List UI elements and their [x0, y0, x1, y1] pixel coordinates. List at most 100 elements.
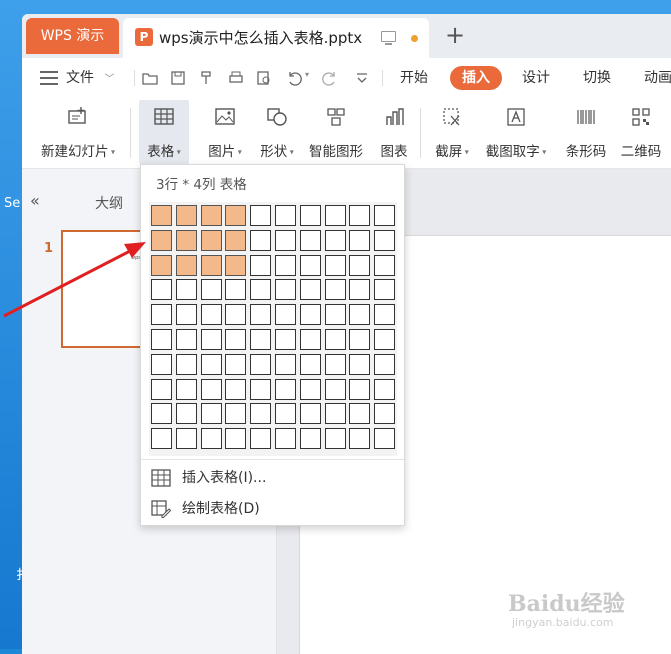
grid-cell[interactable]	[151, 403, 172, 425]
grid-cell[interactable]	[250, 329, 272, 350]
grid-cell[interactable]	[175, 403, 197, 425]
tab-animation[interactable]: 动画	[644, 58, 671, 98]
grid-cell[interactable]	[275, 205, 296, 226]
grid-cell[interactable]	[374, 329, 396, 350]
grid-cell[interactable]	[324, 304, 346, 326]
grid-cell[interactable]	[299, 403, 321, 425]
grid-cell[interactable]	[275, 329, 296, 350]
grid-cell[interactable]	[151, 205, 172, 226]
grid-cell[interactable]	[200, 205, 222, 226]
document-tab[interactable]: P wps演示中怎么插入表格.pptx	[123, 18, 429, 58]
open-folder-icon[interactable]	[142, 70, 158, 86]
grid-cell[interactable]	[225, 205, 247, 226]
grid-cell[interactable]	[324, 378, 346, 400]
screenshot-button[interactable]: 截屏 ▾	[426, 100, 478, 164]
table-grid-picker[interactable]	[149, 202, 397, 456]
grid-cell[interactable]	[299, 279, 321, 301]
grid-cell[interactable]	[349, 254, 371, 276]
print-preview-icon[interactable]	[256, 70, 272, 86]
grid-cell[interactable]	[225, 279, 247, 301]
grid-cell[interactable]	[374, 378, 396, 400]
grid-cell[interactable]	[200, 428, 222, 450]
grid-cell[interactable]	[299, 353, 321, 375]
grid-cell[interactable]	[175, 254, 197, 276]
grid-cell[interactable]	[151, 378, 172, 400]
grid-cell[interactable]	[175, 378, 197, 400]
save-icon[interactable]	[170, 70, 186, 86]
grid-cell[interactable]	[175, 279, 197, 301]
grid-cell[interactable]	[299, 229, 321, 251]
grid-cell[interactable]	[324, 329, 346, 350]
grid-cell[interactable]	[374, 254, 396, 276]
draw-table-menu-item[interactable]: 绘制表格(D)	[151, 495, 391, 523]
grid-cell[interactable]	[374, 229, 396, 251]
grid-cell[interactable]	[324, 205, 346, 226]
grid-cell[interactable]	[250, 353, 272, 375]
tab-insert[interactable]: 插入	[450, 66, 502, 90]
grid-cell[interactable]	[200, 353, 222, 375]
grid-cell[interactable]	[349, 304, 371, 326]
new-slide-button[interactable]: 新建幻灯片 ▾	[32, 100, 124, 164]
grid-cell[interactable]	[225, 428, 247, 450]
picture-button[interactable]: 图片 ▾	[200, 100, 250, 164]
print-icon[interactable]	[228, 70, 244, 86]
redo-icon[interactable]	[322, 70, 338, 86]
grid-cell[interactable]	[324, 353, 346, 375]
grid-cell[interactable]	[225, 378, 247, 400]
grid-cell[interactable]	[374, 205, 396, 226]
grid-cell[interactable]	[374, 353, 396, 375]
grid-cell[interactable]	[151, 428, 172, 450]
grid-cell[interactable]	[299, 304, 321, 326]
grid-cell[interactable]	[349, 205, 371, 226]
chart-button[interactable]: 图表	[372, 100, 416, 164]
grid-cell[interactable]	[151, 304, 172, 326]
grid-cell[interactable]	[225, 403, 247, 425]
grid-cell[interactable]	[151, 353, 172, 375]
grid-cell[interactable]	[324, 229, 346, 251]
grid-cell[interactable]	[299, 378, 321, 400]
grid-cell[interactable]	[250, 428, 272, 450]
grid-cell[interactable]	[299, 329, 321, 350]
grid-cell[interactable]	[175, 304, 197, 326]
grid-cell[interactable]	[374, 304, 396, 326]
grid-cell[interactable]	[349, 428, 371, 450]
grid-cell[interactable]	[324, 279, 346, 301]
undo-icon[interactable]	[286, 70, 302, 86]
grid-cell[interactable]	[225, 353, 247, 375]
grid-cell[interactable]	[275, 229, 296, 251]
grid-cell[interactable]	[299, 428, 321, 450]
tab-transition[interactable]: 切换	[583, 58, 611, 98]
grid-cell[interactable]	[200, 329, 222, 350]
tab-design[interactable]: 设计	[522, 58, 550, 98]
grid-cell[interactable]	[225, 304, 247, 326]
table-button[interactable]: 表格 ▾	[139, 100, 189, 164]
grid-cell[interactable]	[299, 205, 321, 226]
tab-outline[interactable]: 大纲	[95, 193, 123, 213]
grid-cell[interactable]	[200, 403, 222, 425]
grid-cell[interactable]	[175, 329, 197, 350]
grid-cell[interactable]	[250, 205, 272, 226]
grid-cell[interactable]	[225, 254, 247, 276]
grid-cell[interactable]	[151, 229, 172, 251]
grid-cell[interactable]	[324, 428, 346, 450]
grid-cell[interactable]	[175, 229, 197, 251]
grid-cell[interactable]	[250, 378, 272, 400]
grid-cell[interactable]	[151, 279, 172, 301]
grid-cell[interactable]	[374, 428, 396, 450]
monitor-icon[interactable]	[381, 31, 396, 45]
hamburger-icon[interactable]	[40, 71, 58, 85]
grid-cell[interactable]	[275, 403, 296, 425]
grid-cell[interactable]	[200, 229, 222, 251]
grid-cell[interactable]	[250, 403, 272, 425]
smartart-button[interactable]: 智能图形	[306, 100, 366, 164]
grid-cell[interactable]	[324, 254, 346, 276]
grid-cell[interactable]	[151, 254, 172, 276]
grid-cell[interactable]	[200, 378, 222, 400]
tab-home[interactable]: 开始	[400, 58, 428, 98]
more-icon[interactable]	[354, 70, 370, 86]
grid-cell[interactable]	[275, 378, 296, 400]
barcode-button[interactable]: 条形码	[558, 100, 614, 164]
grid-cell[interactable]	[349, 353, 371, 375]
wps-app-tab[interactable]: WPS 演示	[26, 18, 119, 54]
slide-thumbnail[interactable]: wps	[61, 230, 141, 348]
